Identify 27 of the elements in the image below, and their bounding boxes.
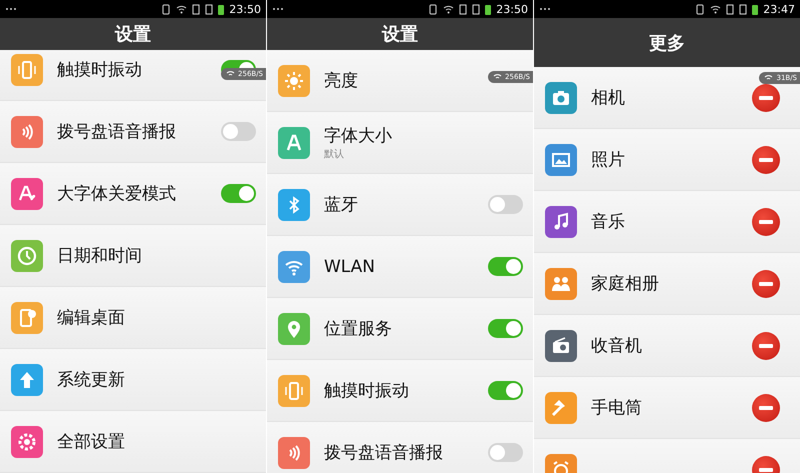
- screen-title: 设置: [0, 18, 266, 50]
- row-label: 照片: [591, 149, 625, 171]
- screen-title: 设置: [267, 18, 533, 50]
- row-label: 系统更新: [57, 369, 125, 391]
- row-label: 触摸时振动: [57, 59, 142, 81]
- row-label: 拨号盘语音播报: [57, 121, 176, 143]
- screen-title: 更多: [534, 18, 800, 67]
- status-time: 23:47: [763, 2, 795, 16]
- row-label: 编辑桌面: [57, 307, 125, 329]
- row-label: 字体大小: [324, 125, 392, 147]
- row-label: 音乐: [591, 211, 625, 233]
- row-label: 全部设置: [57, 431, 125, 453]
- row-label: 触摸时振动: [324, 380, 409, 402]
- row-label: 收音机: [591, 335, 642, 357]
- status-time: 23:50: [229, 2, 261, 16]
- row-label: 蓝牙: [324, 194, 358, 216]
- row-label: 相机: [591, 87, 625, 109]
- row-label: 亮度: [324, 70, 358, 92]
- row-label: 日期和时间: [57, 245, 142, 267]
- row-label: 家庭相册: [591, 273, 659, 295]
- row-subtitle: 默认: [324, 148, 345, 161]
- row-label: 拨号盘语音播报: [324, 442, 443, 464]
- row-label: 位置服务: [324, 318, 392, 340]
- row-label: 大字体关爱模式: [57, 183, 176, 205]
- status-time: 23:50: [496, 2, 528, 16]
- row-label: 手电筒: [591, 397, 642, 419]
- row-label: WLAN: [324, 256, 376, 276]
